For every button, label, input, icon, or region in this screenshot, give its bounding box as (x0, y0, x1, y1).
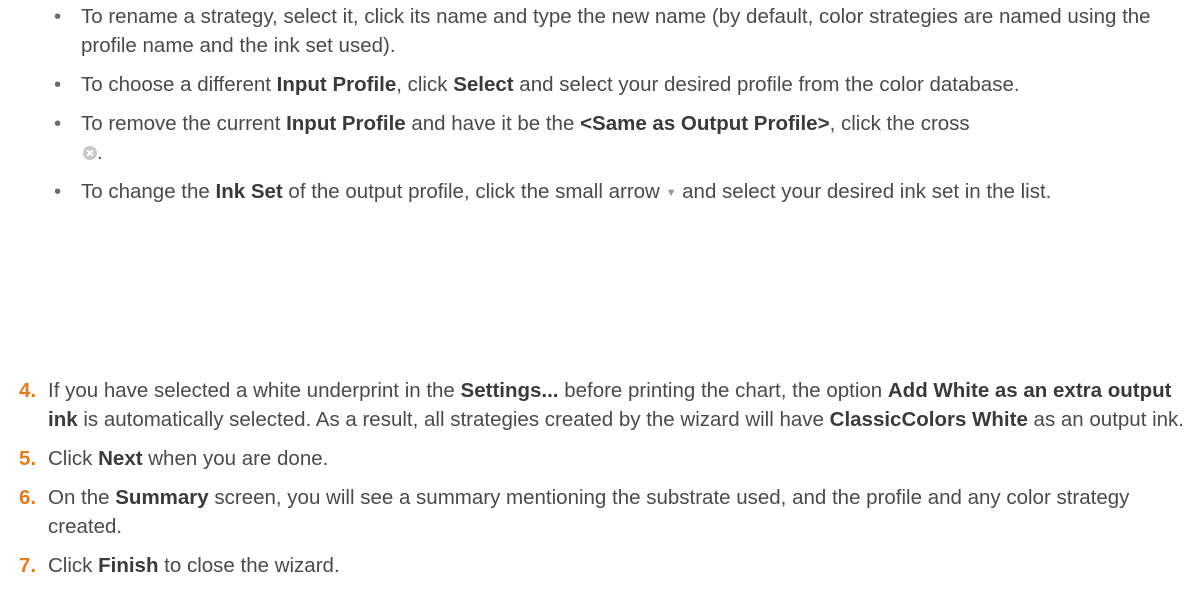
bullet-dot: • (54, 5, 62, 28)
step-6: 6. On the Summary screen, you will see a… (14, 483, 1184, 541)
bullet-dot: • (54, 112, 62, 135)
term-input-profile: Input Profile (276, 73, 397, 96)
bullet-text: To remove the current (81, 112, 287, 135)
term-next: Next (98, 447, 143, 470)
bullet-rename-strategy: • To rename a strategy, select it, click… (48, 2, 1168, 60)
step-number: 4. (19, 379, 37, 402)
numbered-steps-list: 4. If you have selected a white underpri… (14, 376, 1184, 590)
term-select: Select (453, 73, 514, 96)
term-input-profile: Input Profile (286, 112, 406, 135)
dropdown-arrow-icon: ▼ (665, 187, 677, 199)
step-number: 7. (19, 554, 37, 577)
step-number: 5. (19, 447, 37, 470)
term-classiccolors-white: ClassicColors White (829, 408, 1028, 431)
document-page: • To rename a strategy, select it, click… (0, 0, 1195, 577)
term-same-as-output-profile: <Same as Output Profile> (580, 112, 830, 135)
bullet-text: To choose a different (81, 73, 277, 96)
bullet-text: To rename a strategy, select it, click i… (81, 5, 1151, 57)
bullet-dot: • (54, 180, 62, 203)
bullet-choose-input-profile: • To choose a different Input Profile, c… (48, 70, 1168, 99)
term-finish: Finish (98, 554, 159, 577)
term-summary: Summary (115, 486, 209, 509)
step-number: 6. (19, 486, 37, 509)
bullet-change-ink-set: • To change the Ink Set of the output pr… (48, 177, 1168, 208)
bullet-text: To change the (81, 180, 216, 203)
sub-bullet-list: • To rename a strategy, select it, click… (48, 2, 1168, 218)
step-4: 4. If you have selected a white underpri… (14, 376, 1184, 434)
term-settings: Settings... (460, 379, 559, 402)
bullet-remove-input-profile: • To remove the current Input Profile an… (48, 109, 1168, 167)
cross-circle-icon (83, 146, 97, 160)
step-7: 7. Click Finish to close the wizard. (14, 551, 1184, 580)
bullet-dot: • (54, 73, 62, 96)
term-ink-set: Ink Set (215, 180, 283, 203)
step-5: 5. Click Next when you are done. (14, 444, 1184, 473)
